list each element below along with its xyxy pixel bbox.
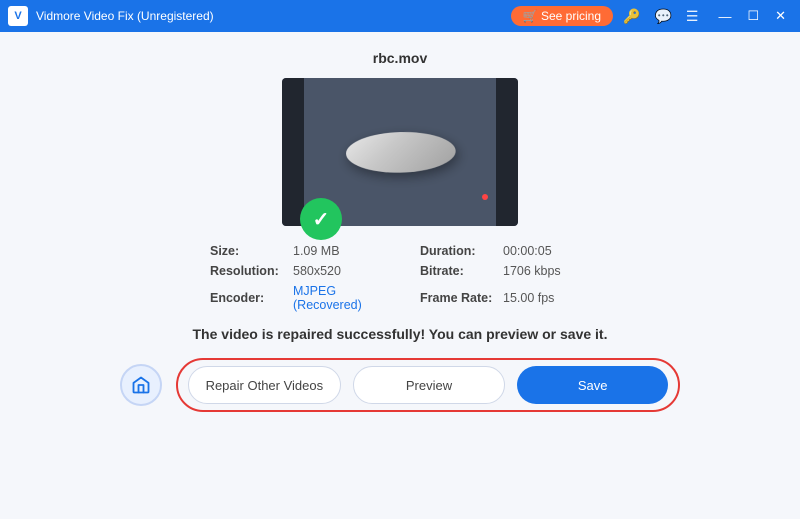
- info-bitrate: Bitrate: 1706 kbps: [420, 264, 590, 278]
- success-badge: ✓: [300, 198, 342, 240]
- resolution-value: 580x520: [293, 264, 341, 278]
- key-icon[interactable]: 🔑: [619, 6, 644, 27]
- video-thumbnail: ✓: [282, 78, 518, 226]
- menu-icon[interactable]: ☰: [682, 6, 703, 27]
- encoder-label: Encoder:: [210, 291, 285, 305]
- info-size: Size: 1.09 MB: [210, 244, 380, 258]
- main-content: rbc.mov ✓ Size: 1.09 MB Duration: 00:00:…: [0, 32, 800, 519]
- action-area: Repair Other Videos Preview Save: [120, 358, 680, 412]
- cursor-indicator: [482, 194, 488, 200]
- info-framerate: Frame Rate: 15.00 fps: [420, 284, 590, 312]
- home-icon: [131, 375, 151, 395]
- info-encoder: Encoder: MJPEG (Recovered): [210, 284, 380, 312]
- preview-button[interactable]: Preview: [353, 366, 506, 404]
- file-name: rbc.mov: [373, 50, 427, 66]
- maximize-button[interactable]: ☐: [741, 6, 765, 26]
- see-pricing-button[interactable]: 🛒 See pricing: [511, 6, 613, 26]
- duration-value: 00:00:05: [503, 244, 552, 258]
- home-button[interactable]: [120, 364, 162, 406]
- chat-icon[interactable]: 💬: [650, 6, 675, 27]
- video-3d-shape: [345, 131, 457, 174]
- titlebar-right: 🛒 See pricing 🔑 💬 ☰ — ☐ ✕: [511, 6, 792, 27]
- checkmark-icon: ✓: [313, 207, 330, 232]
- bitrate-label: Bitrate:: [420, 264, 495, 278]
- titlebar-left: V Vidmore Video Fix (Unregistered): [8, 6, 214, 26]
- app-logo: V: [8, 6, 28, 26]
- encoder-value: MJPEG (Recovered): [293, 284, 380, 312]
- duration-label: Duration:: [420, 244, 495, 258]
- info-duration: Duration: 00:00:05: [420, 244, 590, 258]
- resolution-label: Resolution:: [210, 264, 285, 278]
- titlebar: V Vidmore Video Fix (Unregistered) 🛒 See…: [0, 0, 800, 32]
- size-value: 1.09 MB: [293, 244, 340, 258]
- close-button[interactable]: ✕: [769, 6, 792, 26]
- minimize-button[interactable]: —: [712, 7, 737, 26]
- success-message: The video is repaired successfully! You …: [193, 326, 608, 342]
- repair-other-button[interactable]: Repair Other Videos: [188, 366, 341, 404]
- window-controls: — ☐ ✕: [712, 6, 792, 26]
- info-resolution: Resolution: 580x520: [210, 264, 380, 278]
- buttons-group: Repair Other Videos Preview Save: [176, 358, 680, 412]
- save-button[interactable]: Save: [517, 366, 668, 404]
- framerate-label: Frame Rate:: [420, 291, 495, 305]
- bitrate-value: 1706 kbps: [503, 264, 561, 278]
- size-label: Size:: [210, 244, 285, 258]
- framerate-value: 15.00 fps: [503, 291, 554, 305]
- titlebar-title: Vidmore Video Fix (Unregistered): [36, 9, 214, 23]
- video-info-grid: Size: 1.09 MB Duration: 00:00:05 Resolut…: [210, 244, 590, 312]
